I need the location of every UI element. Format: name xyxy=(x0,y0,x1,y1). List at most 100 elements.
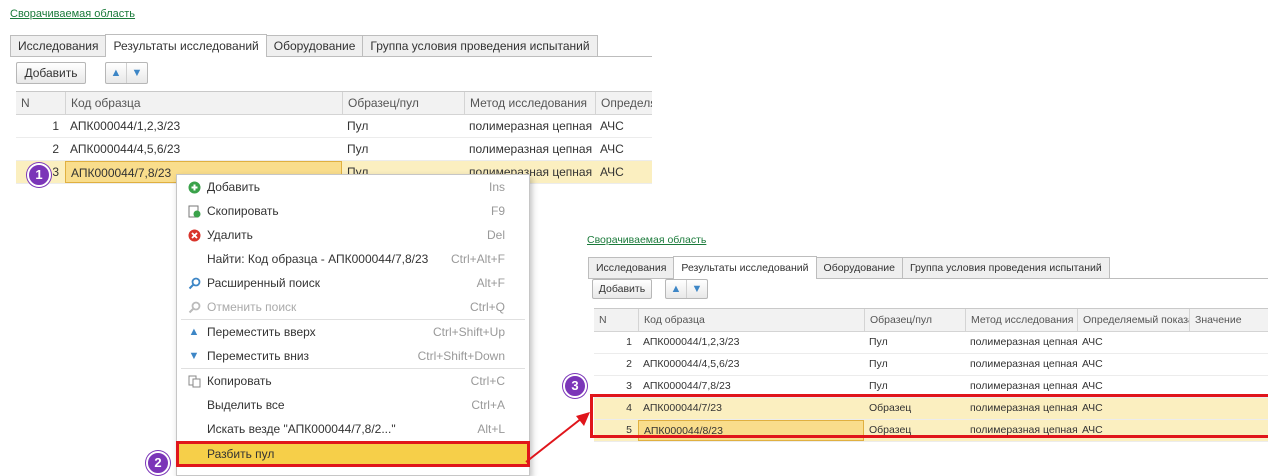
row-code: АПК000044/1,2,3/23 xyxy=(70,119,181,133)
row-method: полимеразная цепная ... xyxy=(970,358,1077,370)
arrow-up-icon: ▲ xyxy=(188,326,200,338)
col-method[interactable]: Метод исследования xyxy=(464,92,595,114)
menu-item-shortcut: Ctrl+Shift+Up xyxy=(432,325,505,339)
col-code[interactable]: Код образца xyxy=(638,309,864,331)
menu-item-shortcut: Alt+F xyxy=(476,276,505,290)
copy-icon xyxy=(187,204,201,218)
menu-item-label: Добавить xyxy=(207,180,261,194)
menu-item-label: Удалить xyxy=(207,228,253,242)
menu-item-label: Искать везде "АПК000044/7,8/2..." xyxy=(207,422,396,436)
row-type: Пул xyxy=(347,142,369,156)
menu-item-shortcut: Ctrl+Q xyxy=(469,300,505,314)
arrow-down-icon[interactable]: ▼ xyxy=(686,280,707,298)
table-row[interactable]: 2 АПК000044/4,5,6/23 Пул полимеразная це… xyxy=(16,138,652,161)
menu-item-shortcut: Ctrl+A xyxy=(471,398,505,412)
menu-item-copy-row[interactable]: Скопировать F9 xyxy=(177,199,529,223)
add-button[interactable]: Добавить xyxy=(16,62,86,84)
menu-item-label: Отменить поиск xyxy=(207,300,297,314)
table-row[interactable]: 1 АПК000044/1,2,3/23 Пул полимеразная це… xyxy=(16,115,652,138)
result-tab-study-results[interactable]: Результаты исследований xyxy=(673,256,817,279)
col-n[interactable]: N xyxy=(594,309,638,331)
row-determined: АЧС xyxy=(600,119,624,133)
menu-item-split-pool[interactable]: Разбить пул xyxy=(176,441,530,467)
row-code: АПК000044/4,5,6/23 xyxy=(643,358,740,370)
menu-item-label: Выделить все xyxy=(207,398,285,412)
table-header: N Код образца Образец/пул Метод исследов… xyxy=(16,92,652,115)
row-code: АПК000044/1,2,3/23 xyxy=(643,336,740,348)
new-rows-highlight-frame xyxy=(590,394,1268,438)
clipboard-icon xyxy=(187,374,201,388)
col-n[interactable]: N xyxy=(16,92,65,114)
result-tab-equipment[interactable]: Оборудование xyxy=(815,257,903,278)
arrow-up-icon[interactable]: ▲ xyxy=(106,63,126,83)
row-determined: АЧС xyxy=(600,165,624,179)
add-icon xyxy=(187,180,201,194)
menu-item-search-everywhere[interactable]: Искать везде "АПК000044/7,8/2..." Alt+L xyxy=(177,417,529,441)
arrow-up-icon[interactable]: ▲ xyxy=(666,280,686,298)
tab-studies[interactable]: Исследования xyxy=(10,35,107,56)
menu-item-shortcut: Ctrl+Shift+Down xyxy=(417,349,505,363)
collapsible-area-link[interactable]: Сворачиваемая область xyxy=(10,8,135,20)
col-determined[interactable]: Определяе xyxy=(595,92,652,114)
callout-arrow xyxy=(525,412,590,463)
menu-item-label: Разбить пул xyxy=(207,447,275,461)
row-determined: АЧС xyxy=(600,142,624,156)
result-add-button[interactable]: Добавить xyxy=(592,279,652,299)
arrow-down-icon[interactable]: ▼ xyxy=(126,63,147,83)
menu-item-shortcut: Ins xyxy=(488,180,505,194)
menu-item-copy[interactable]: Копировать Ctrl+C xyxy=(177,369,529,393)
menu-item-move-up[interactable]: ▲ Переместить вверх Ctrl+Shift+Up xyxy=(177,320,529,344)
menu-item-find[interactable]: Найти: Код образца - АПК000044/7,8/23 Ct… xyxy=(177,247,529,271)
table-row[interactable]: 2 АПК000044/4,5,6/23 Пул полимеразная це… xyxy=(594,354,1268,376)
result-tab-test-conditions[interactable]: Группа условия проведения испытаний xyxy=(901,257,1110,278)
row-method: полимеразная цепная ... xyxy=(469,142,595,156)
step-badge-3: 3 xyxy=(563,374,587,398)
row-determined: АЧС xyxy=(1082,358,1103,370)
result-tab-studies[interactable]: Исследования xyxy=(588,257,675,278)
row-method: полимеразная цепная ... xyxy=(469,119,595,133)
menu-item-label: Расширенный поиск xyxy=(207,276,320,290)
col-method[interactable]: Метод исследования xyxy=(965,309,1077,331)
menu-item-label: Переместить вниз xyxy=(207,349,310,363)
arrow-down-icon: ▼ xyxy=(188,350,200,362)
row-method: полимеразная цепная ... xyxy=(970,336,1077,348)
menu-item-move-down[interactable]: ▼ Переместить вниз Ctrl+Shift+Down xyxy=(177,344,529,368)
tab-study-results[interactable]: Результаты исследований xyxy=(105,34,267,57)
col-value[interactable]: Значение xyxy=(1189,309,1268,331)
result-move-buttons: ▲ ▼ xyxy=(665,279,708,299)
row-number: 1 xyxy=(626,336,632,348)
main-tabs: Исследования Результаты исследований Обо… xyxy=(10,33,652,57)
col-type[interactable]: Образец/пул xyxy=(342,92,464,114)
row-number: 2 xyxy=(626,358,632,370)
row-type: Пул xyxy=(869,358,888,370)
col-determined[interactable]: Определяемый показа... xyxy=(1077,309,1189,331)
context-menu: Добавить Ins Скопировать F9 Удалить Del … xyxy=(176,174,530,476)
menu-item-cancel-search[interactable]: Отменить поиск Ctrl+Q xyxy=(177,295,529,319)
row-type: Пул xyxy=(347,119,369,133)
row-code: АПК000044/4,5,6/23 xyxy=(70,142,181,156)
menu-item-select-all[interactable]: Выделить все Ctrl+A xyxy=(177,393,529,417)
cancel-search-icon xyxy=(187,300,201,314)
menu-item-label: Переместить вверх xyxy=(207,325,316,339)
menu-item-delete[interactable]: Удалить Del xyxy=(177,223,529,247)
result-table-header: N Код образца Образец/пул Метод исследов… xyxy=(594,309,1268,332)
col-code[interactable]: Код образца xyxy=(65,92,342,114)
move-buttons: ▲ ▼ xyxy=(105,62,148,84)
row-number: 2 xyxy=(52,142,59,156)
step-badge-2: 2 xyxy=(146,451,170,475)
menu-item-add[interactable]: Добавить Ins xyxy=(177,175,529,199)
row-determined: АЧС xyxy=(1082,336,1103,348)
menu-item-shortcut: F9 xyxy=(490,204,505,218)
row-type: Пул xyxy=(869,336,888,348)
search-icon xyxy=(187,276,201,290)
table-row[interactable]: 1 АПК000044/1,2,3/23 Пул полимеразная це… xyxy=(594,332,1268,354)
menu-item-shortcut: Ctrl+Alt+F xyxy=(450,252,505,266)
col-type[interactable]: Образец/пул xyxy=(864,309,965,331)
result-collapsible-area-link[interactable]: Сворачиваемая область xyxy=(587,234,706,246)
menu-item-shortcut: Alt+L xyxy=(477,422,505,436)
menu-item-label: Найти: Код образца - АПК000044/7,8/23 xyxy=(207,252,429,266)
menu-item-advanced-search[interactable]: Расширенный поиск Alt+F xyxy=(177,271,529,295)
menu-item-label: Скопировать xyxy=(207,204,279,218)
tab-equipment[interactable]: Оборудование xyxy=(265,35,364,56)
tab-test-conditions[interactable]: Группа условия проведения испытаний xyxy=(362,35,598,56)
